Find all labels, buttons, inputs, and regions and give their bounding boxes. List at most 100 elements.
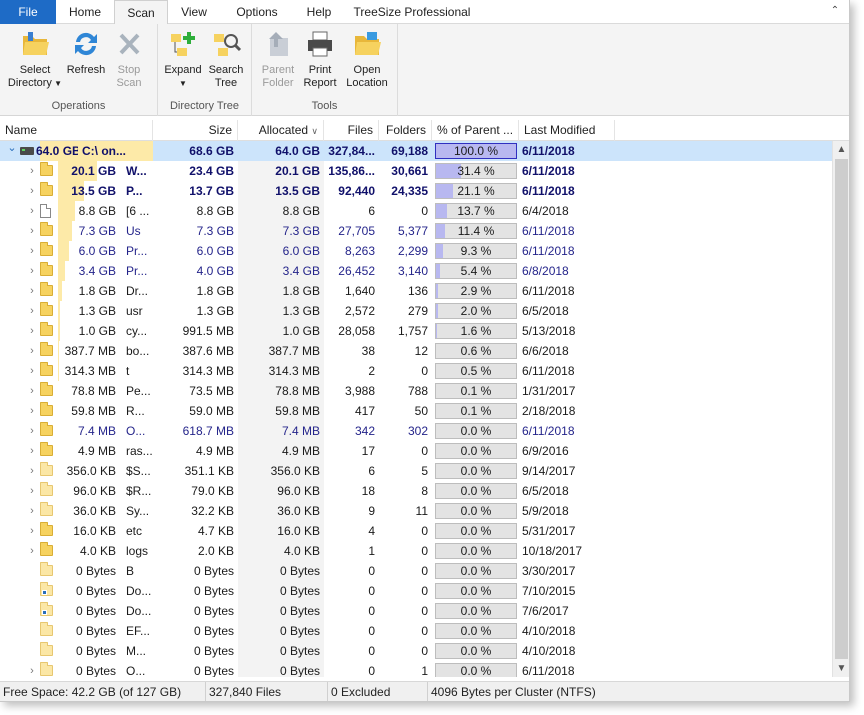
column-header-allocated[interactable]: Allocated ∨ <box>238 120 324 141</box>
table-row[interactable]: › 1.0 GB cy... 991.5 MB 1.0 GB 28,058 1,757 1.6… <box>0 321 832 341</box>
parent-folder-button[interactable]: Parent Folder <box>258 28 298 94</box>
tab-options[interactable]: Options <box>220 0 294 24</box>
row-name: Sy... <box>126 504 150 518</box>
table-row[interactable]: › 314.3 MB t 314.3 MB 314.3 MB 2 0 0.5 % 6/11/20… <box>0 361 832 381</box>
row-name: $R... <box>126 484 152 498</box>
stop-scan-button[interactable]: Stop Scan <box>110 28 148 94</box>
column-header-last-modified[interactable]: Last Modified <box>519 120 615 141</box>
percent-of-parent-bar: 1.6 % <box>435 323 517 339</box>
chevron-right-icon[interactable]: › <box>26 301 38 321</box>
chevron-right-icon[interactable]: › <box>26 481 38 501</box>
scrollbar-thumb[interactable] <box>835 159 848 659</box>
table-row[interactable]: › 78.8 MB Pe... 73.5 MB 78.8 MB 3,988 788 0.1 %… <box>0 381 832 401</box>
chevron-right-icon[interactable]: › <box>26 381 38 401</box>
table-row[interactable]: 0 Bytes B 0 Bytes 0 Bytes 0 0 0.0 % 3/30/2017 <box>0 561 832 581</box>
chevron-right-icon[interactable]: › <box>26 661 38 677</box>
row-name-allocated: 314.3 MB <box>64 364 116 378</box>
chevron-right-icon[interactable]: › <box>26 421 38 441</box>
chevron-down-icon[interactable]: ⌄ <box>6 141 18 161</box>
search-tree-label-1: Search <box>208 64 244 76</box>
row-allocated: 314.3 MB <box>268 364 320 378</box>
folder-icon <box>40 342 53 356</box>
table-row[interactable]: › 356.0 KB $S... 351.1 KB 356.0 KB 6 5 0.0 % 9/1… <box>0 461 832 481</box>
scroll-up-arrow-icon[interactable]: ▲ <box>833 141 849 158</box>
table-row[interactable]: ⌄ 64.0 GB C:\ on... 68.6 GB 64.0 GB 327,84...… <box>0 141 832 161</box>
row-size: 0 Bytes <box>193 564 234 578</box>
table-row[interactable]: › 16.0 KB etc 4.7 KB 16.0 KB 4 0 0.0 % 5/31/2017 <box>0 521 832 541</box>
tab-file[interactable]: File <box>0 0 56 24</box>
chevron-right-icon[interactable]: › <box>26 401 38 421</box>
tab-treesize-professional[interactable]: TreeSize Professional <box>344 0 480 24</box>
table-row[interactable]: › 36.0 KB Sy... 32.2 KB 36.0 KB 9 11 0.0 % 5/9/2… <box>0 501 832 521</box>
refresh-button[interactable]: Refresh <box>64 28 108 94</box>
chevron-right-icon[interactable]: › <box>26 341 38 361</box>
collapse-ribbon-icon[interactable]: ⌃ <box>828 4 842 18</box>
table-row[interactable]: › 96.0 KB $R... 79.0 KB 96.0 KB 18 8 0.0 % 6/5/2… <box>0 481 832 501</box>
table-row[interactable]: › 7.4 MB O... 618.7 MB 7.4 MB 342 302 0.0 % 6/11… <box>0 421 832 441</box>
chevron-right-icon[interactable]: › <box>26 261 38 281</box>
column-header-name[interactable]: Name <box>0 120 153 141</box>
chevron-right-icon[interactable]: › <box>26 461 38 481</box>
vertical-scrollbar[interactable]: ▲ ▼ <box>832 141 849 677</box>
table-row[interactable]: › 0 Bytes O... 0 Bytes 0 Bytes 0 1 0.0 % 6/11/20… <box>0 661 832 677</box>
chevron-right-icon[interactable]: › <box>26 521 38 541</box>
table-row[interactable]: 0 Bytes EF... 0 Bytes 0 Bytes 0 0 0.0 % 4/10/20… <box>0 621 832 641</box>
table-row[interactable]: › 59.8 MB R... 59.0 MB 59.8 MB 417 50 0.1 % 2/18… <box>0 401 832 421</box>
select-directory-button[interactable]: Select Directory ▼ <box>6 28 64 94</box>
table-row[interactable]: › 387.7 MB bo... 387.6 MB 387.7 MB 38 12 0.6 % 6… <box>0 341 832 361</box>
open-location-button[interactable]: Open Location <box>342 28 392 94</box>
table-row[interactable]: › 6.0 GB Pr... 6.0 GB 6.0 GB 8,263 2,299 9.3 % 6… <box>0 241 832 261</box>
table-row[interactable]: › 1.8 GB Dr... 1.8 GB 1.8 GB 1,640 136 2.9 % 6/1… <box>0 281 832 301</box>
column-header-files[interactable]: Files <box>324 120 379 141</box>
table-row[interactable]: › 7.3 GB Us 7.3 GB 7.3 GB 27,705 5,377 11.4 % 6/… <box>0 221 832 241</box>
table-row[interactable]: › 4.9 MB ras... 4.9 MB 4.9 MB 17 0 0.0 % 6/9/201… <box>0 441 832 461</box>
table-row[interactable]: › 8.8 GB [6 ... 8.8 GB 8.8 GB 6 0 13.7 % 6/4/201… <box>0 201 832 221</box>
chevron-right-icon[interactable]: › <box>26 201 38 221</box>
table-row[interactable]: › 20.1 GB W... 23.4 GB 20.1 GB 135,86... 30,66… <box>0 161 832 181</box>
table-row[interactable]: 0 Bytes M... 0 Bytes 0 Bytes 0 0 0.0 % 4/10/201… <box>0 641 832 661</box>
row-files: 0 <box>368 564 375 578</box>
search-tree-button[interactable]: Search Tree <box>206 28 246 94</box>
table-row[interactable]: › 1.3 GB usr 1.3 GB 1.3 GB 2,572 279 2.0 % 6/5/2… <box>0 301 832 321</box>
row-size: 4.7 KB <box>197 524 234 538</box>
tab-home[interactable]: Home <box>56 0 114 24</box>
row-files: 26,452 <box>338 264 375 278</box>
column-header-percent-of-parent[interactable]: % of Parent ... <box>432 120 519 141</box>
chevron-right-icon[interactable]: › <box>26 181 38 201</box>
percent-of-parent-bar: 2.9 % <box>435 283 517 299</box>
directory-tree-table[interactable]: ⌄ 64.0 GB C:\ on... 68.6 GB 64.0 GB 327,84...… <box>0 141 832 677</box>
table-row[interactable]: › 4.0 KB logs 2.0 KB 4.0 KB 1 0 0.0 % 10/18/2017 <box>0 541 832 561</box>
chevron-right-icon[interactable]: › <box>26 441 38 461</box>
chevron-right-icon[interactable]: › <box>26 281 38 301</box>
tab-help[interactable]: Help <box>294 0 344 24</box>
chevron-right-icon[interactable]: › <box>26 321 38 341</box>
row-size: 7.3 GB <box>196 224 234 238</box>
percent-text: 0.0 % <box>460 464 492 478</box>
column-header-size[interactable]: Size <box>153 120 238 141</box>
chevron-right-icon[interactable]: › <box>26 501 38 521</box>
chevron-right-icon[interactable]: › <box>26 361 38 381</box>
scroll-down-arrow-icon[interactable]: ▼ <box>833 660 849 677</box>
chevron-right-icon[interactable]: › <box>26 221 38 241</box>
row-files: 2,572 <box>344 304 375 318</box>
percent-of-parent-bar: 0.0 % <box>435 643 517 659</box>
row-name-allocated: 0 Bytes <box>75 644 116 658</box>
column-header-folders[interactable]: Folders <box>379 120 432 141</box>
table-row[interactable]: 0 Bytes Do... 0 Bytes 0 Bytes 0 0 0.0 % 7/6/201… <box>0 601 832 621</box>
row-name: bo... <box>126 344 150 358</box>
table-row[interactable]: › 3.4 GB Pr... 4.0 GB 3.4 GB 26,452 3,140 5.4 %… <box>0 261 832 281</box>
tab-view[interactable]: View <box>168 0 220 24</box>
row-name: Do... <box>126 604 152 618</box>
parent-folder-label-1: Parent <box>261 64 295 76</box>
chevron-right-icon[interactable]: › <box>26 241 38 261</box>
table-row[interactable]: 0 Bytes Do... 0 Bytes 0 Bytes 0 0 0.0 % 7/10/20… <box>0 581 832 601</box>
expand-button[interactable]: Expand ▼ <box>162 28 204 94</box>
chevron-right-icon[interactable]: › <box>26 161 38 181</box>
tab-scan[interactable]: Scan <box>114 0 168 25</box>
chevron-right-icon[interactable]: › <box>26 541 38 561</box>
row-folders: 788 <box>407 384 428 398</box>
table-row[interactable]: › 13.5 GB P... 13.7 GB 13.5 GB 92,440 24,335 21… <box>0 181 832 201</box>
row-size: 991.5 MB <box>182 324 234 338</box>
select-directory-label-1: Select <box>19 64 51 76</box>
print-report-button[interactable]: Print Report <box>300 28 340 94</box>
